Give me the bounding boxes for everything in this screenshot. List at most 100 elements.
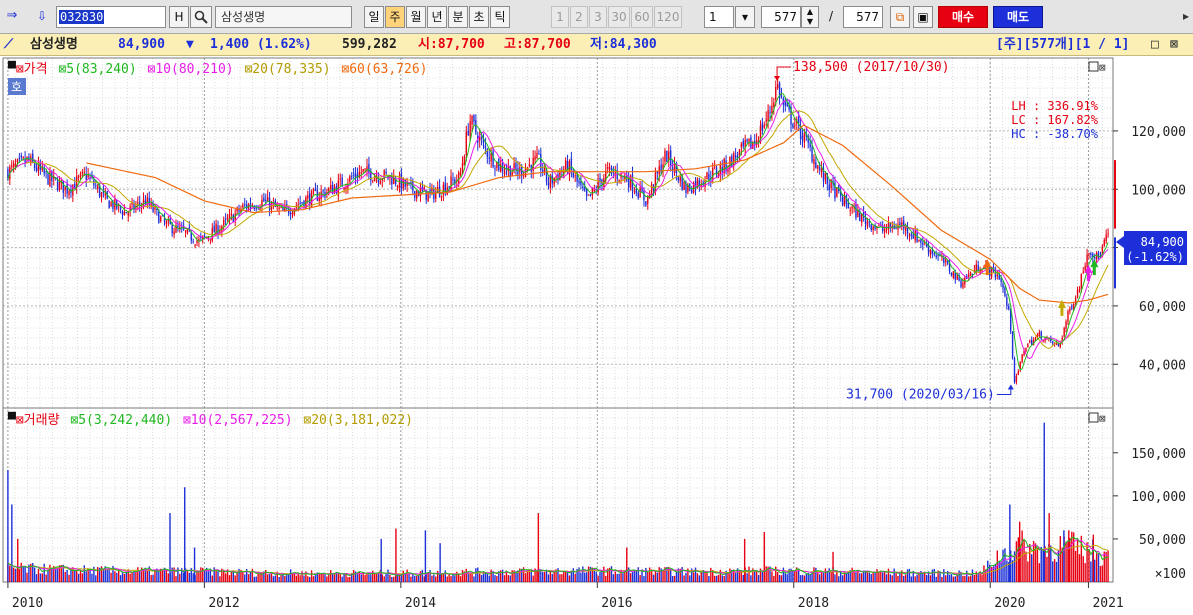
buy-button[interactable]: 매수 [938, 6, 988, 28]
total-input[interactable]: 577 [843, 6, 883, 28]
info-price: 84,900 [118, 37, 165, 52]
candle-body [385, 171, 387, 174]
close-icon[interactable]: ⊠ [1170, 34, 1178, 56]
candle-body [725, 160, 727, 171]
h-button[interactable]: H [169, 6, 189, 28]
candle-body [364, 168, 366, 170]
candle-body [503, 171, 506, 175]
stats-box: LH : 336.91% LC : 167.82% HC : -38.70% [1011, 99, 1098, 141]
stat-hc: HC : -38.70% [1011, 127, 1098, 141]
sell-button[interactable]: 매도 [993, 6, 1043, 28]
candle-body [578, 180, 580, 184]
candle-body [570, 158, 573, 171]
candle-body [64, 186, 66, 191]
candle-body [301, 202, 303, 204]
chevron-right-icon[interactable]: ▸ [1180, 6, 1192, 28]
candle-body [1063, 327, 1065, 337]
candle-body [587, 194, 590, 196]
candle-body [813, 159, 815, 165]
candle-body [448, 186, 450, 188]
price-tag-change: (-1.62%) [1126, 250, 1184, 264]
candle-body [564, 160, 567, 170]
chart-type-icon[interactable]: ⟋ [4, 34, 13, 56]
count-input[interactable]: 577 [761, 6, 801, 28]
tab-period-tick[interactable]: 틱 [490, 6, 510, 28]
tab-period-minute[interactable]: 분 [448, 6, 468, 28]
candle-body [1040, 331, 1042, 340]
stock-name-field[interactable]: 삼성생명 [215, 6, 352, 28]
info-change: 1,400 (1.62%) [210, 37, 312, 52]
download-arrow-icon[interactable]: ⇩ [33, 6, 51, 28]
candle-body [669, 150, 672, 166]
candle-body [903, 220, 905, 229]
candle-body [1094, 257, 1096, 259]
candle-body [440, 195, 443, 198]
volume-unit-label: ×100 [1155, 567, 1186, 582]
candle-body [1004, 287, 1006, 297]
interval-30[interactable]: 30 [608, 6, 630, 28]
tab-period-second[interactable]: 초 [469, 6, 489, 28]
candle-body [691, 190, 693, 193]
info-open: 시:87,700 [418, 37, 485, 52]
info-bar: ⟋ 삼성생명 84,900 ▼ 1,400 (1.62%) 599,282 시:… [0, 34, 1193, 56]
candle-body [1067, 310, 1069, 322]
maximize-icon[interactable]: □ [1151, 34, 1159, 56]
candle-body [574, 175, 576, 177]
candle-body [851, 206, 853, 209]
candle-body [230, 213, 233, 215]
multiplier-input[interactable]: 1 [704, 6, 734, 28]
candle-body [184, 230, 187, 232]
search-icon[interactable] [190, 6, 212, 28]
candle-body [224, 218, 227, 220]
interval-60[interactable]: 60 [631, 6, 653, 28]
candle-body [190, 232, 192, 241]
tab-period-year[interactable]: 년 [427, 6, 447, 28]
tab-period-month[interactable]: 월 [406, 6, 426, 28]
candle-body [35, 167, 38, 171]
candle-body [868, 221, 871, 223]
candle-body [664, 150, 666, 162]
candle-body [480, 137, 483, 139]
tab-period-week[interactable]: 주 [385, 6, 405, 28]
tab-period-day[interactable]: 일 [364, 6, 384, 28]
candle-body [912, 234, 914, 239]
toolbar: ⇒ ⇩ 032830 H 삼성생명 일 주 월 년 분 초 틱 1 2 3 30… [0, 0, 1193, 34]
interval-1[interactable]: 1 [551, 6, 569, 28]
volume-panel-close-icon: ⊠ [1099, 412, 1106, 425]
export-icon[interactable]: ⧉ [890, 6, 910, 28]
candle-body [1029, 340, 1031, 343]
interval-3[interactable]: 3 [589, 6, 607, 28]
interval-2[interactable]: 2 [570, 6, 588, 28]
slash-label: / [828, 9, 834, 23]
candle-body [244, 204, 246, 206]
code-input[interactable]: 032830 [56, 6, 166, 28]
annotation-low: 31,700 (2020/03/16) [846, 387, 995, 402]
candle-body [354, 172, 357, 178]
candle-body [811, 147, 813, 162]
candle-body [683, 181, 685, 190]
candle-body [56, 181, 59, 191]
candle-body [650, 184, 653, 196]
candle-body [11, 165, 13, 167]
candle-body [524, 168, 527, 178]
x-tick-label: 2014 [405, 596, 436, 611]
interval-120[interactable]: 120 [654, 6, 682, 28]
price-volume-chart[interactable]: 40,00060,00080,000100,000120,000 50,0001… [0, 56, 1193, 612]
save-icon[interactable]: ▣ [913, 6, 933, 28]
candle-body [396, 185, 399, 187]
chevron-down-icon[interactable]: ▾ [735, 6, 755, 28]
candle-body [87, 174, 89, 178]
candle-body [284, 206, 286, 211]
info-volume: 599,282 [342, 37, 397, 52]
candle-body [360, 172, 362, 174]
candle-body [761, 123, 764, 131]
annotation-high: 138,500 (2017/10/30) [793, 60, 950, 75]
candle-body [121, 211, 124, 216]
link-arrow-icon[interactable]: ⇒ [2, 6, 22, 28]
price-tick-label: 100,000 [1131, 183, 1186, 198]
candle-body [467, 130, 469, 135]
candle-body [1084, 266, 1086, 271]
spinner-icon[interactable]: ▲ ▼ [801, 6, 819, 28]
candle-body [158, 211, 160, 224]
candle-body [847, 203, 850, 209]
